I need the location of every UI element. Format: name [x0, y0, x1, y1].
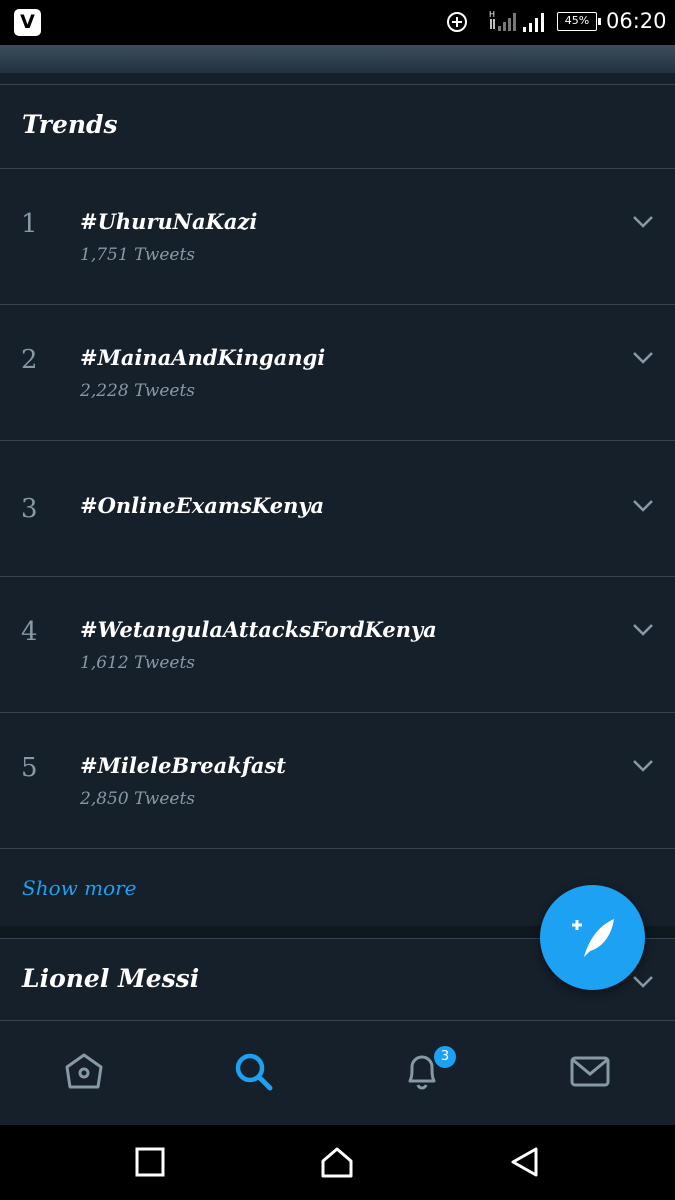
trend-tweet-count: 1,751 Tweets: [80, 245, 196, 265]
compose-feather-icon: [572, 919, 614, 957]
clock: 06:20: [606, 9, 667, 33]
bottom-tab-bar: [0, 1021, 675, 1125]
trend-item[interactable]: 5 #MileleBreakfast 2,850 Tweets: [0, 713, 675, 848]
header-strip: [0, 45, 675, 73]
trend-tweet-count: 2,228 Tweets: [80, 381, 196, 401]
chevron-down-icon[interactable]: [632, 975, 654, 989]
divider: [0, 84, 675, 85]
trend-rank: 2: [21, 345, 38, 375]
trend-rank: 3: [21, 494, 38, 524]
app-notification-icon: V: [14, 9, 41, 36]
back-icon[interactable]: [508, 1145, 542, 1179]
show-more-link[interactable]: Show more: [22, 876, 137, 900]
trend-tweet-count: 1,612 Tweets: [80, 653, 196, 673]
trend-rank: 1: [21, 209, 38, 239]
chevron-down-icon[interactable]: [632, 623, 654, 637]
trend-item[interactable]: 4 #WetangulaAttacksFordKenya 1,612 Tweet…: [0, 577, 675, 712]
trend-rank: 5: [21, 753, 38, 783]
mail-icon: [570, 1056, 610, 1087]
trend-item[interactable]: 2 #MainaAndKingangi 2,228 Tweets: [0, 305, 675, 440]
tab-search[interactable]: [231, 1049, 279, 1097]
chevron-down-icon[interactable]: [632, 351, 654, 365]
trend-tweet-count: 2,850 Tweets: [80, 789, 196, 809]
chevron-down-icon[interactable]: [632, 499, 654, 513]
home-icon[interactable]: [320, 1145, 354, 1179]
chevron-down-icon[interactable]: [632, 759, 654, 773]
divider: [0, 848, 675, 849]
tab-messages[interactable]: [568, 1049, 616, 1097]
svg-text:H: H: [489, 10, 495, 19]
section-title-lionel-messi: Lionel Messi: [22, 964, 200, 993]
trend-name: #MileleBreakfast: [80, 753, 286, 778]
trend-rank: 4: [21, 617, 38, 647]
trends-title: Trends: [22, 110, 118, 139]
home-icon: [65, 1053, 103, 1089]
tab-home[interactable]: [62, 1049, 110, 1097]
trend-name: #OnlineExamsKenya: [80, 493, 325, 518]
trend-name: #WetangulaAttacksFordKenya: [80, 617, 437, 642]
trend-name: #UhuruNaKazi: [80, 209, 258, 234]
trend-item[interactable]: 1 #UhuruNaKazi 1,751 Tweets: [0, 169, 675, 304]
signal-strength-2-icon: [523, 13, 544, 32]
signal-strength-icon: H: [489, 10, 516, 31]
compose-tweet-button[interactable]: [540, 885, 645, 990]
chevron-down-icon[interactable]: [632, 215, 654, 229]
search-icon: [235, 1053, 273, 1091]
data-saver-icon: [447, 12, 467, 32]
trend-name: #MainaAndKingangi: [80, 345, 326, 370]
status-bar: V H 45% 06:20: [0, 0, 675, 45]
recent-apps-icon[interactable]: [133, 1145, 167, 1179]
trend-item[interactable]: 3 #OnlineExamsKenya: [0, 441, 675, 576]
battery-indicator: 45%: [557, 12, 601, 31]
system-nav-bar: [0, 1125, 675, 1200]
notifications-count-badge: 3: [432, 1044, 458, 1070]
